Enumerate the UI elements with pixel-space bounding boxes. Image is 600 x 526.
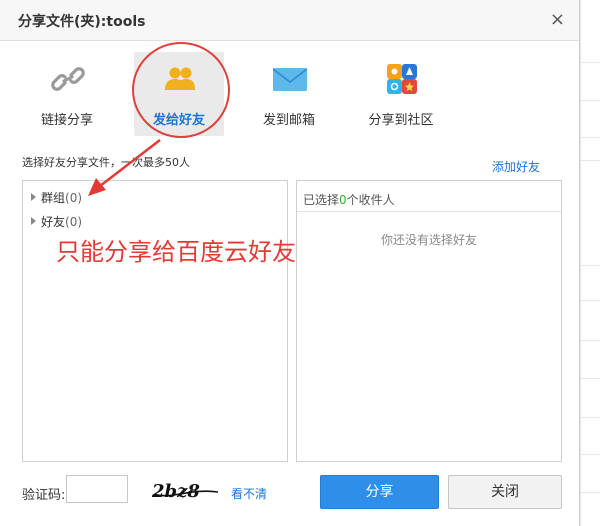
add-friend-link[interactable]: 添加好友	[492, 158, 540, 175]
selected-prefix: 已选择	[303, 193, 340, 207]
close-icon[interactable]: ×	[550, 9, 565, 30]
community-apps-icon	[387, 64, 417, 94]
selected-recipients-panel: 已选择0个收件人 你还没有选择好友	[296, 180, 562, 462]
tab-label: 分享到社区	[368, 113, 434, 128]
captcha-label: 验证码:	[22, 488, 66, 503]
link-icon	[51, 67, 85, 91]
captcha-input[interactable]	[66, 475, 128, 503]
expand-arrow-icon	[31, 193, 36, 201]
annotation-circle	[132, 42, 230, 138]
tree-item-label: 好友	[41, 215, 66, 229]
close-button[interactable]: 关闭	[448, 475, 562, 509]
share-button[interactable]: 分享	[320, 475, 439, 509]
tab-share-to-community[interactable]: 分享到社区	[356, 52, 446, 136]
mail-icon	[273, 68, 307, 91]
tree-item-groups[interactable]: 群组(0)	[31, 189, 82, 206]
tab-label: 发到邮箱	[262, 113, 315, 128]
share-dialog: 分享文件(夹):tools × 链接分享 发给好友 发到邮箱 分享到社区 选择好…	[0, 0, 580, 526]
tree-item-count: (0)	[65, 191, 83, 205]
selected-count: 0	[339, 193, 347, 207]
tree-item-label: 群组	[41, 191, 66, 205]
tab-link-share[interactable]: 链接分享	[22, 52, 112, 136]
captcha-image: 2bz8	[151, 481, 219, 502]
captcha-refresh-link[interactable]: 看不清	[231, 485, 267, 502]
expand-arrow-icon	[31, 217, 36, 225]
selected-suffix: 个收件人	[346, 193, 395, 207]
dialog-titlebar: 分享文件(夹):tools ×	[0, 0, 579, 41]
tree-item-count: (0)	[65, 215, 83, 229]
tab-send-to-email[interactable]: 发到邮箱	[244, 52, 334, 136]
selected-count-header: 已选择0个收件人	[297, 181, 561, 212]
selection-hint: 选择好友分享文件，一次最多50人	[22, 156, 190, 169]
empty-selection-text: 你还没有选择好友	[380, 233, 477, 247]
share-method-tabs: 链接分享 发给好友 发到邮箱 分享到社区	[0, 40, 579, 140]
friend-tree-panel: 群组(0) 好友(0)	[22, 180, 288, 462]
dialog-title: 分享文件(夹):tools	[18, 14, 146, 30]
tab-label: 链接分享	[40, 113, 93, 128]
tree-item-friends[interactable]: 好友(0)	[31, 213, 82, 230]
annotation-text: 只能分享给百度云好友	[56, 238, 296, 266]
background-window-edge	[580, 0, 600, 526]
